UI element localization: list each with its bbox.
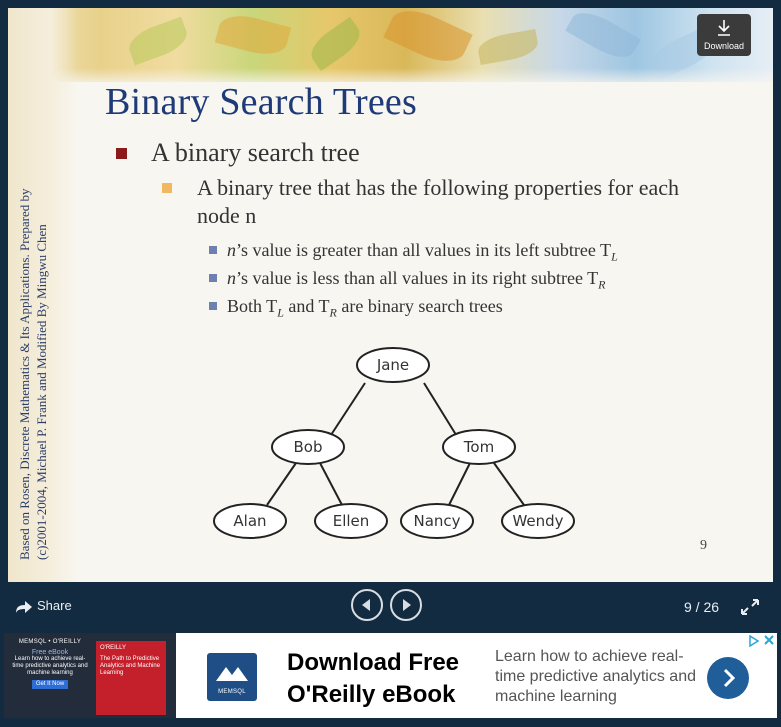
edge-bob-ellen: [319, 462, 343, 506]
expand-icon: [741, 599, 759, 615]
presentation-viewer: Based on Rosen, Discrete Mathematics & I…: [0, 0, 781, 727]
edge-jane-tom: [423, 382, 459, 439]
ad-go-button[interactable]: [707, 657, 749, 699]
slide: Based on Rosen, Discrete Mathematics & I…: [8, 8, 773, 582]
ad-book-title: The Path to Predictive Analytics and Mac…: [100, 656, 161, 676]
ad-book-cover: O'REILLY The Path to Predictive Analytic…: [96, 641, 166, 715]
node-label-right-right: Wendy: [512, 512, 563, 530]
edge-jane-bob: [328, 382, 366, 439]
viewer-controls: Share 9 / 26: [0, 583, 781, 631]
memsql-mountain-icon: [216, 667, 248, 681]
slide-page-number: 9: [700, 538, 707, 553]
node-label-root: Jane: [376, 356, 409, 374]
ad-thumbnail[interactable]: MEMSQL • O'REILLY Free eBook Learn how t…: [4, 633, 176, 718]
ad-book-publisher: O'REILLY: [100, 645, 127, 651]
triangle-right-icon: [403, 599, 411, 611]
fullscreen-button[interactable]: [739, 597, 761, 622]
ad-thumb-free: Free eBook: [31, 649, 69, 656]
ad-body-text: Learn how to achieve real-time predictiv…: [495, 648, 696, 705]
ad-close-icon[interactable]: [763, 633, 775, 649]
edge-tom-nancy: [448, 462, 471, 506]
node-label-left-left: Alan: [233, 512, 266, 530]
share-button[interactable]: Share: [15, 598, 72, 614]
next-slide-button[interactable]: [390, 589, 422, 621]
ad-thumb-desc: Learn how to achieve real-time predictiv…: [12, 656, 88, 676]
download-label: Download: [703, 41, 745, 51]
download-icon: [718, 20, 730, 36]
ad-headline[interactable]: Download Free O'Reilly eBook: [287, 647, 477, 711]
chevron-right-icon: [723, 668, 736, 688]
node-label-right: Tom: [463, 438, 494, 456]
node-label-left-right: Ellen: [333, 512, 370, 530]
binary-tree-diagram: Jane Bob Tom Alan Ellen Nancy Wendy: [213, 347, 575, 539]
node-label-right-left: Nancy: [413, 512, 460, 530]
triangle-left-icon: [362, 599, 370, 611]
memsql-logo: MEMSQL: [207, 653, 257, 701]
page-counter: 9 / 26: [684, 599, 720, 615]
previous-slide-button[interactable]: [351, 589, 383, 621]
ad-thumb-brand: MEMSQL • O'REILLY: [18, 639, 82, 645]
share-arrow-icon: [16, 600, 32, 613]
ad-logo-text: MEMSQL: [218, 689, 246, 695]
edge-bob-alan: [266, 462, 297, 506]
ad-choices-icon[interactable]: [749, 634, 760, 650]
download-button[interactable]: Download: [697, 14, 751, 56]
node-label-left: Bob: [294, 438, 323, 456]
edge-tom-wendy: [493, 462, 525, 506]
share-label: Share: [37, 598, 72, 613]
advertisement-banner[interactable]: MEMSQL • O'REILLY Free eBook Learn how t…: [4, 633, 777, 718]
ad-thumb-button[interactable]: Get It Now: [31, 680, 69, 689]
